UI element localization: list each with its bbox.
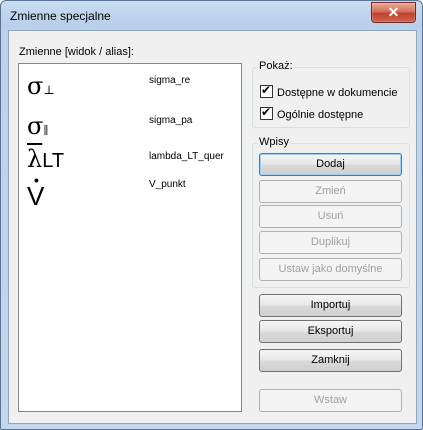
checkbox-label: Ogólnie dostępne (277, 109, 364, 121)
window-title: Zmienne specjalne (10, 9, 111, 23)
checkbox-label: Dostępne w dokumencie (277, 87, 398, 99)
variable-alias: lambda_LT_quer (149, 151, 224, 162)
list-item[interactable]: • V V_punkt (19, 173, 241, 209)
dialog-window: Zmienne specjalne ✕ Zmienne [widok / ali… (0, 0, 423, 430)
checkmark-icon: ✔ (261, 83, 272, 97)
variable-alias: sigma_pa (149, 115, 193, 126)
set-default-button[interactable]: Ustaw jako domyślne (259, 258, 402, 281)
add-button[interactable]: Dodaj (259, 153, 402, 176)
checkbox-available-in-document[interactable]: ✔ Dostępne w dokumencie (260, 83, 398, 99)
import-button[interactable]: Importuj (259, 294, 402, 317)
delete-button[interactable]: Usuń (259, 205, 402, 228)
entries-legend: Wpisy (257, 136, 291, 148)
checkbox-generally-available[interactable]: ✔ Ogólnie dostępne (260, 105, 364, 121)
variable-alias: V_punkt (149, 179, 186, 190)
variable-symbol: σ∥ (27, 112, 49, 140)
variable-symbol: λLT (27, 145, 65, 173)
change-button[interactable]: Zmień (259, 180, 402, 203)
show-group: Pokaż: ✔ Dostępne w dokumencie ✔ Ogólnie d… (252, 60, 410, 128)
checkmark-icon: ✔ (261, 105, 272, 119)
close-button[interactable]: Zamknij (259, 349, 402, 372)
variable-alias: sigma_re (149, 75, 191, 86)
insert-button[interactable]: Wstaw (259, 389, 402, 412)
duplicate-button[interactable]: Duplikuj (259, 231, 402, 254)
close-window-button[interactable]: ✕ (371, 2, 416, 23)
checkbox[interactable]: ✔ (260, 83, 273, 98)
list-item[interactable]: σ⊥ sigma_re (19, 72, 241, 100)
list-item[interactable]: λLT lambda_LT_quer (19, 145, 241, 173)
variables-listbox[interactable]: σ⊥ sigma_re σ∥ sigma_pa λLT lambda_LT_qu… (18, 63, 242, 412)
dialog-client-area: Zmienne [widok / alias]: σ⊥ sigma_re σ∥ … (8, 30, 417, 424)
variable-symbol: • V (27, 172, 45, 211)
variables-list-label: Zmienne [widok / alias]: (19, 46, 134, 58)
export-button[interactable]: Eksportuj (259, 320, 402, 343)
variable-symbol: σ⊥ (27, 72, 55, 100)
list-item[interactable]: σ∥ sigma_pa (19, 114, 241, 142)
checkbox[interactable]: ✔ (260, 105, 273, 120)
show-legend: Pokaż: (257, 60, 295, 72)
title-bar[interactable]: Zmienne specjalne ✕ (1, 1, 422, 30)
